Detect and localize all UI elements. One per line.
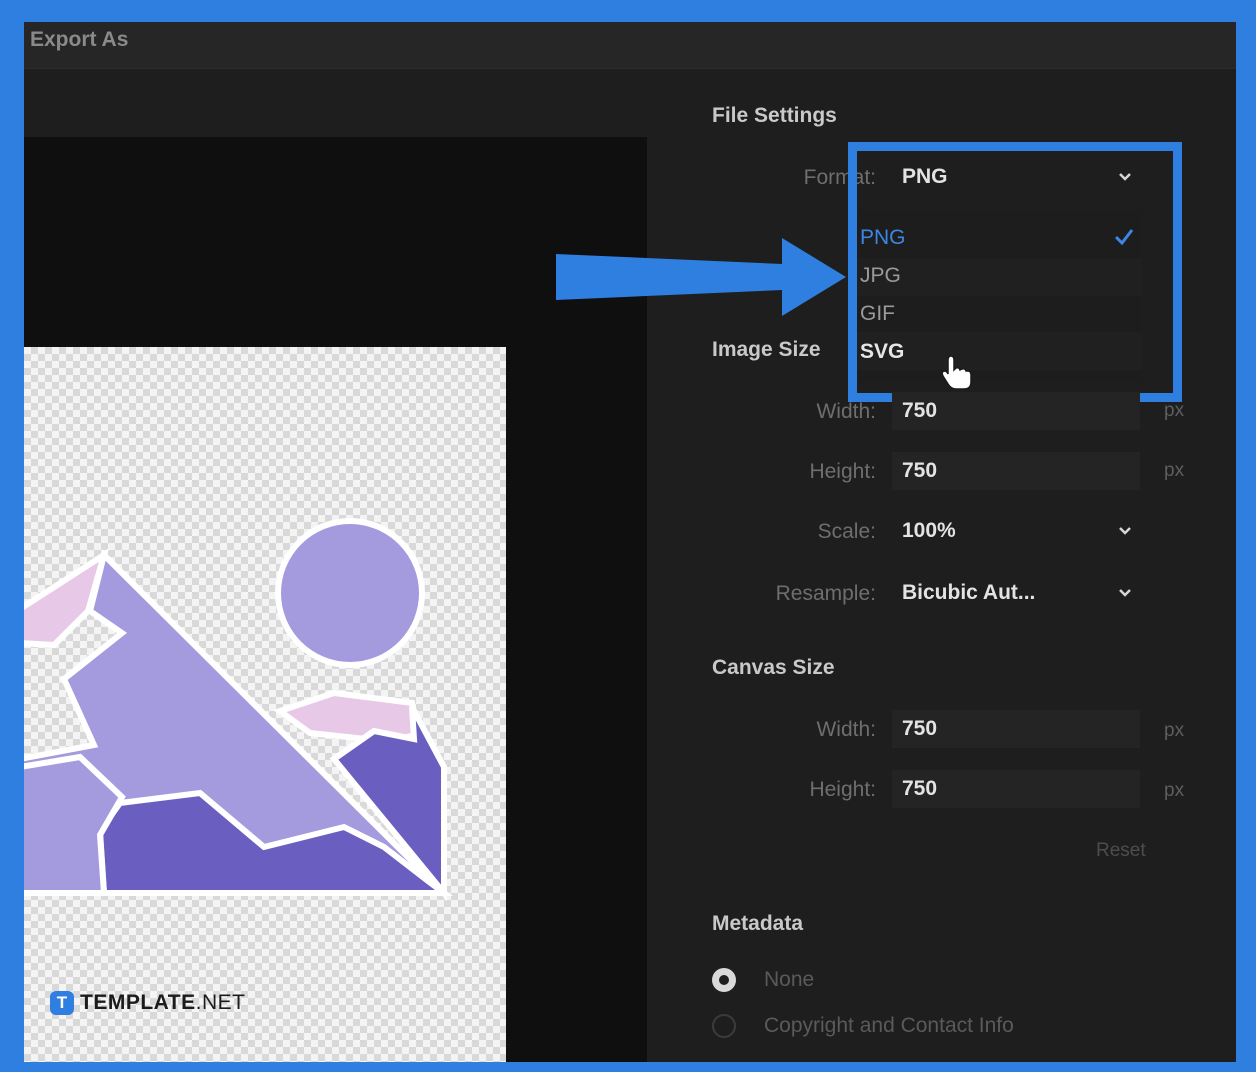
brand-light: .NET: [195, 991, 246, 1014]
image-width-unit: px: [1164, 400, 1185, 421]
scale-label: Scale:: [817, 520, 876, 543]
image-height-value: 750: [902, 459, 938, 482]
file-settings-title: File Settings: [712, 104, 837, 127]
canvas-width-label: Width:: [816, 718, 876, 741]
image-height-label: Height:: [809, 460, 876, 483]
chevron-down-icon[interactable]: [1118, 586, 1132, 600]
scale-value: 100%: [902, 519, 956, 542]
metadata-title: Metadata: [712, 912, 804, 935]
brand-bold: TEMPLATE: [80, 991, 196, 1014]
canvas-height-input[interactable]: 750: [892, 770, 1140, 808]
scale-select[interactable]: 100%: [892, 512, 1142, 550]
dialog-title: Export As: [30, 28, 129, 51]
chevron-down-icon[interactable]: [1118, 524, 1132, 538]
reset-button[interactable]: Reset: [1096, 840, 1146, 862]
image-width-value: 750: [902, 399, 938, 422]
canvas-height-label: Height:: [809, 778, 876, 801]
dialog-titlebar: Export As: [24, 22, 1236, 69]
canvas-width-value: 750: [902, 717, 938, 740]
mountain-illustration-icon: [24, 518, 453, 902]
image-height-unit: px: [1164, 460, 1185, 481]
canvas-width-input[interactable]: 750: [892, 710, 1140, 748]
image-width-label: Width:: [816, 400, 876, 423]
preview-area: [24, 137, 647, 1062]
metadata-none-label: None: [764, 968, 815, 991]
template-brand: TEMPLATE.NET: [80, 991, 245, 1015]
image-size-title: Image Size: [712, 338, 821, 361]
radio-metadata-copyright[interactable]: [712, 1014, 736, 1038]
template-logo-icon: T: [50, 991, 74, 1015]
pointer-arrow-icon: [556, 238, 846, 316]
radio-metadata-none[interactable]: [712, 968, 736, 992]
canvas-height-value: 750: [902, 777, 938, 800]
image-height-input[interactable]: 750: [892, 452, 1140, 490]
resample-select[interactable]: Bicubic Aut...: [892, 574, 1142, 612]
canvas-size-title: Canvas Size: [712, 656, 835, 679]
resample-value: Bicubic Aut...: [902, 581, 1036, 604]
canvas-height-unit: px: [1164, 780, 1185, 801]
hand-cursor-icon: [941, 356, 972, 390]
highlight-box: [848, 142, 1182, 402]
image-width-input[interactable]: 750: [892, 392, 1140, 430]
preview-canvas: [24, 347, 506, 1062]
template-net-watermark: T TEMPLATE.NET: [50, 989, 245, 1017]
resample-label: Resample:: [775, 582, 876, 605]
metadata-copyright-label: Copyright and Contact Info: [764, 1014, 1014, 1037]
canvas-width-unit: px: [1164, 720, 1185, 741]
